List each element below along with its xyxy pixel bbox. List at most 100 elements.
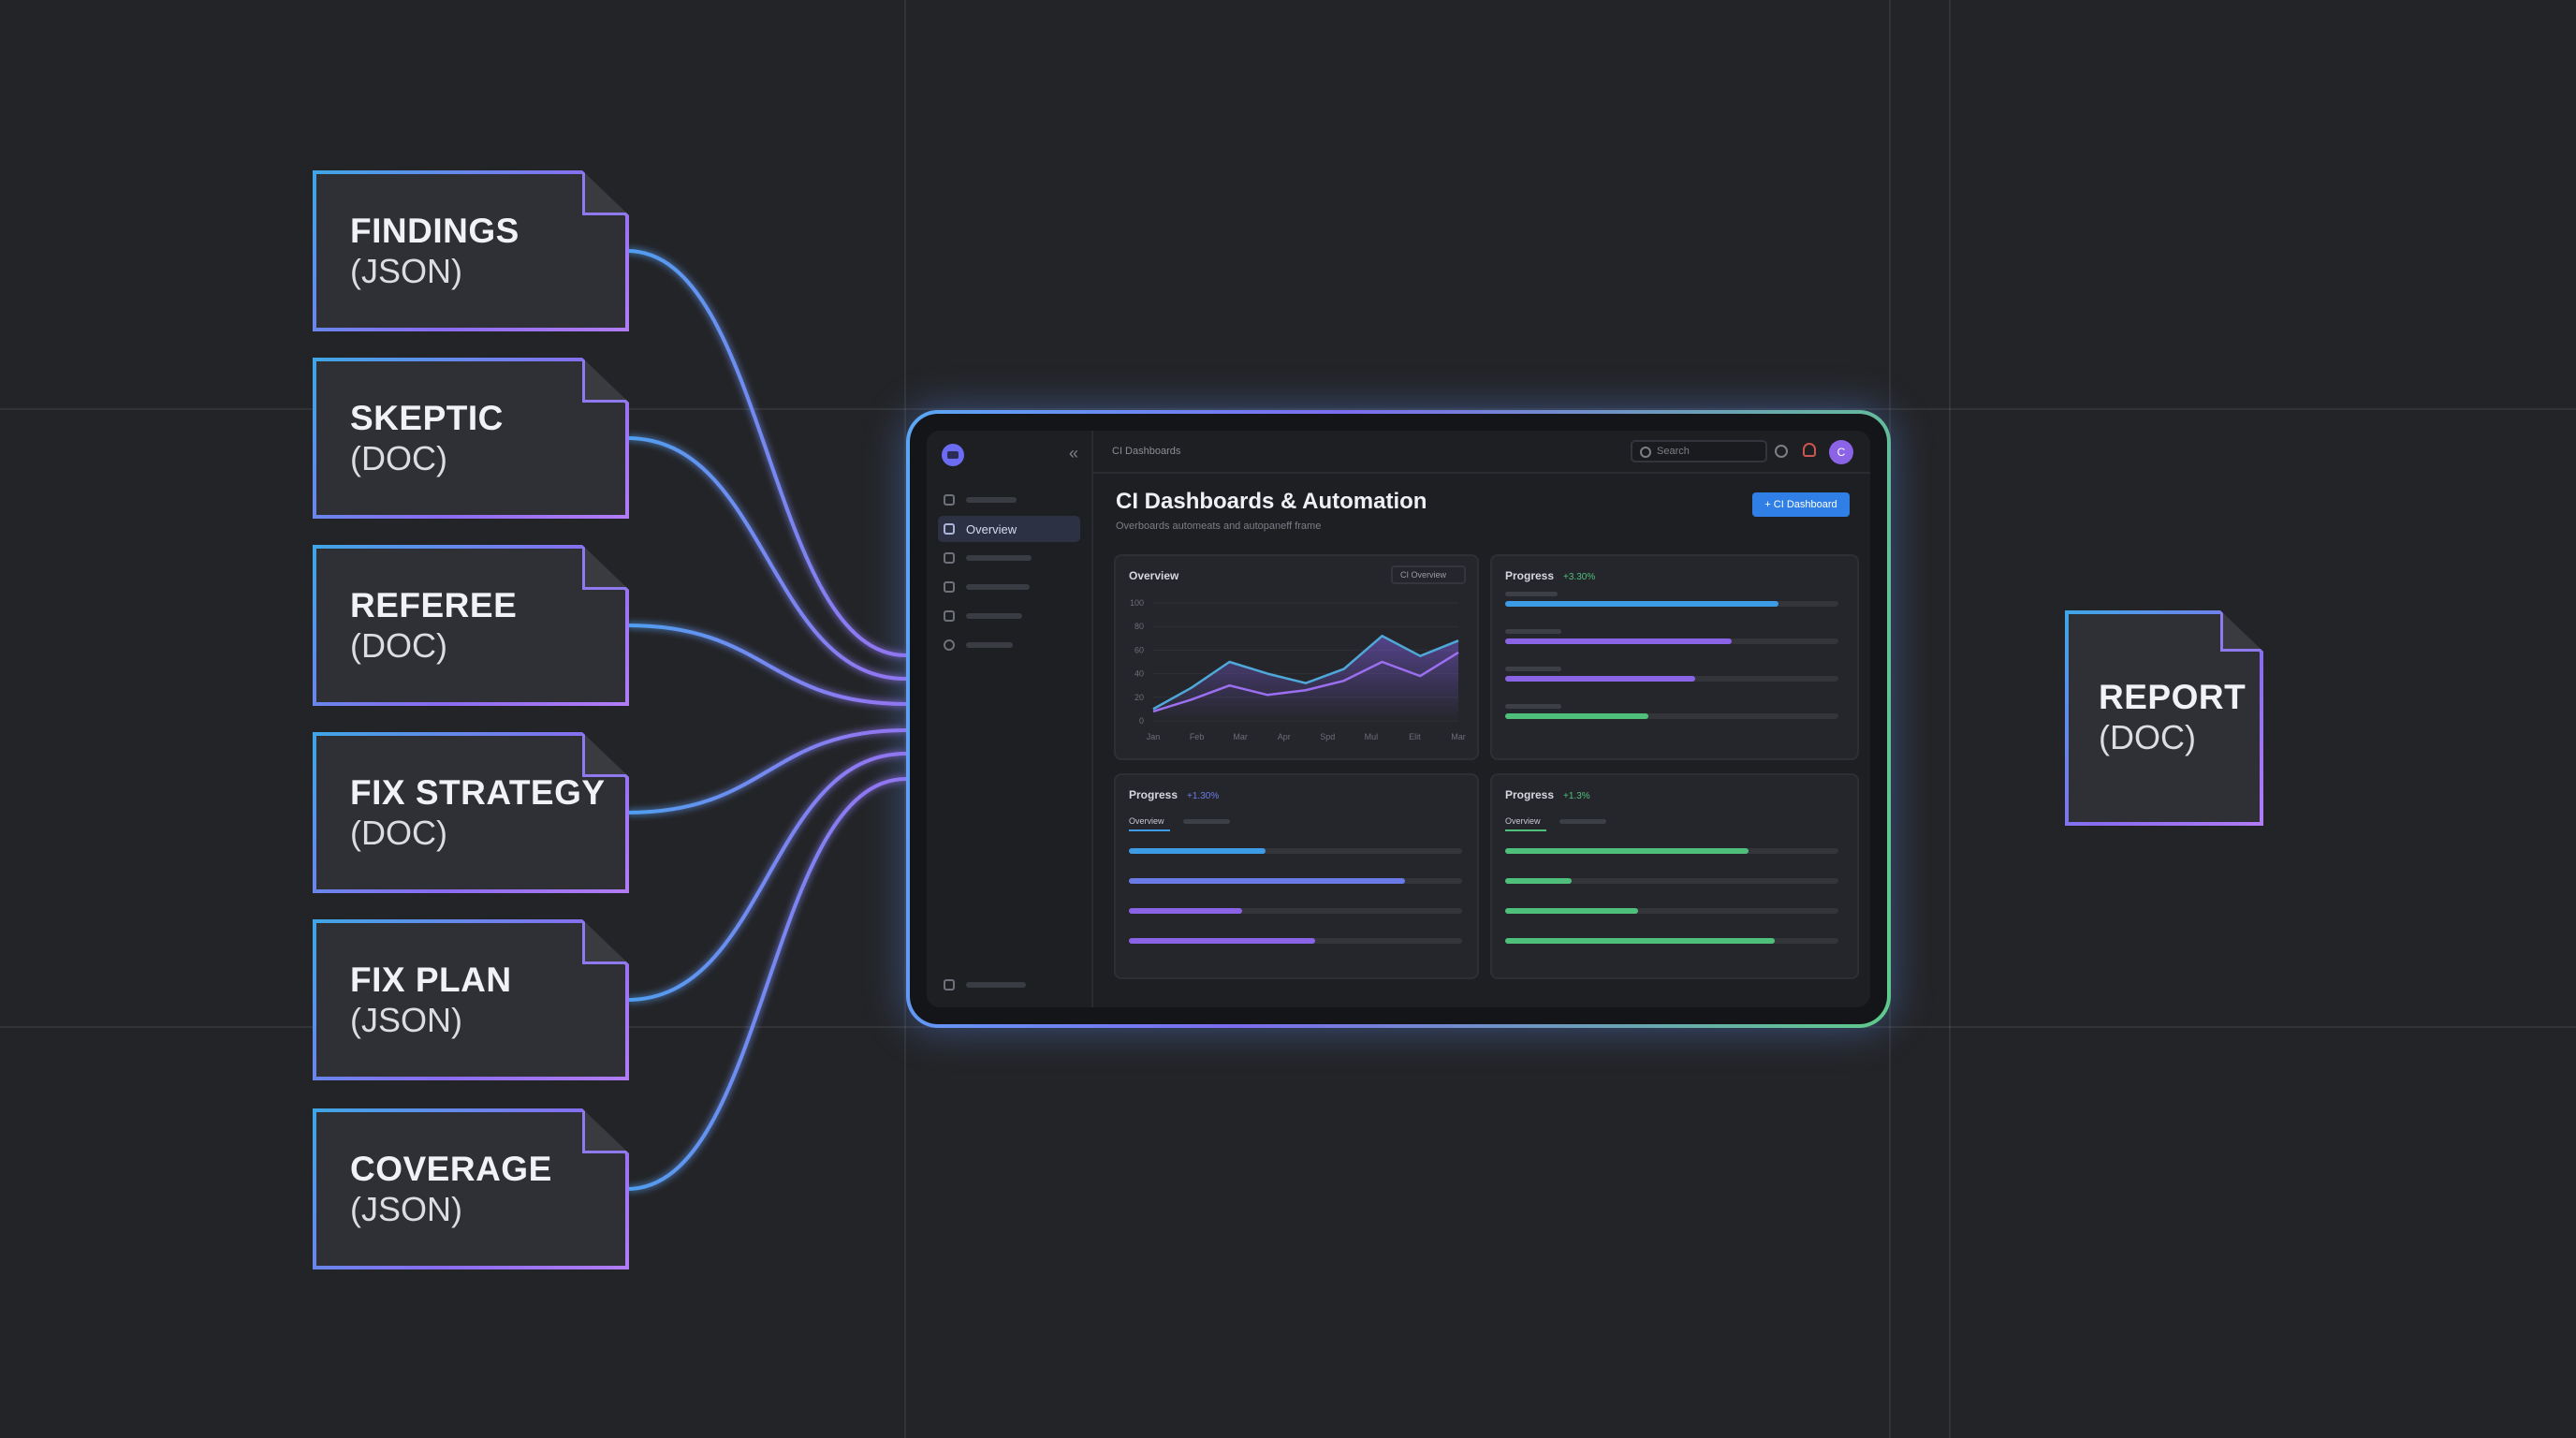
sidebar-item-label-placeholder bbox=[966, 584, 1030, 590]
sidebar-item-label-placeholder bbox=[966, 982, 1026, 988]
card-title: Progress +1.3% bbox=[1505, 788, 1590, 801]
wire-fix-plan bbox=[626, 752, 907, 1002]
progress-fill bbox=[1505, 878, 1573, 884]
clock-icon[interactable] bbox=[1775, 445, 1788, 458]
avatar[interactable]: C bbox=[1829, 440, 1853, 464]
progress-fill bbox=[1505, 676, 1695, 682]
progress-card: Progress +1.3% Overview bbox=[1490, 773, 1859, 979]
home-icon bbox=[944, 494, 955, 506]
progress-track bbox=[1505, 638, 1838, 644]
sidebar-item-boards[interactable] bbox=[938, 545, 1080, 571]
progress-track bbox=[1505, 938, 1838, 944]
sidebar-item-pipelines[interactable] bbox=[938, 574, 1080, 600]
doc-format: (JSON) bbox=[350, 1001, 462, 1039]
progress-track bbox=[1129, 908, 1462, 914]
sidebar-item-overview[interactable]: Overview bbox=[938, 516, 1080, 542]
progress-label-placeholder bbox=[1505, 592, 1558, 596]
app-logo-icon[interactable] bbox=[942, 444, 964, 466]
x-tick-label: Feb bbox=[1190, 732, 1205, 741]
x-tick-label: Jan bbox=[1147, 732, 1161, 741]
card-title: Progress +3.30% bbox=[1505, 569, 1595, 582]
y-tick-label: 60 bbox=[1134, 645, 1144, 654]
doc-format: (DOC) bbox=[350, 626, 447, 665]
page-title: CI Dashboards & Automation bbox=[1116, 489, 1427, 514]
tab-overview[interactable]: Overview bbox=[1129, 816, 1164, 826]
x-tick-label: Mar bbox=[1451, 732, 1466, 741]
x-tick-label: Apr bbox=[1278, 732, 1291, 741]
collapse-sidebar-icon[interactable]: « bbox=[1069, 444, 1078, 463]
card-title-text: Progress bbox=[1505, 788, 1555, 801]
sidebar-footer[interactable] bbox=[944, 979, 1026, 990]
doc-card-findings: FINDINGS (JSON) bbox=[313, 170, 629, 331]
delta-badge: +3.30% bbox=[1563, 572, 1596, 582]
bell-icon[interactable] bbox=[1803, 443, 1816, 457]
table-icon bbox=[944, 581, 955, 593]
y-tick-label: 20 bbox=[1134, 693, 1144, 702]
progress-fill bbox=[1505, 848, 1749, 854]
doc-title: FIX PLAN bbox=[350, 961, 512, 999]
layout-icon bbox=[944, 552, 955, 564]
add-dashboard-button[interactable]: + CI Dashboard bbox=[1752, 492, 1850, 517]
progress-track bbox=[1505, 676, 1838, 682]
wire-fix-strategy bbox=[626, 728, 907, 814]
breadcrumb[interactable]: CI Dashboards bbox=[1112, 446, 1180, 457]
tab-placeholder[interactable] bbox=[1559, 819, 1606, 824]
sidebar-item-settings[interactable] bbox=[938, 632, 1080, 658]
card-title-text: Progress bbox=[1505, 569, 1555, 582]
progress-fill bbox=[1129, 938, 1316, 944]
gear-icon bbox=[944, 639, 955, 651]
wire-coverage bbox=[626, 777, 907, 1191]
doc-card-skeptic: SKEPTIC (DOC) bbox=[313, 358, 629, 519]
progress-fill bbox=[1505, 638, 1733, 644]
progress-fill bbox=[1129, 908, 1243, 914]
grid-icon bbox=[944, 523, 955, 535]
doc-title: REPORT bbox=[2099, 678, 2247, 716]
tab-underline bbox=[1129, 829, 1170, 831]
doc-format: (DOC) bbox=[2099, 718, 2196, 756]
x-tick-label: Mar bbox=[1233, 732, 1248, 741]
doc-card-fix-strategy: FIX STRATEGY (DOC) bbox=[313, 732, 629, 893]
progress-track bbox=[1129, 848, 1462, 854]
tablet-frame: « Overview CI Dashboards Search C CI Das… bbox=[906, 410, 1891, 1028]
progress-fill bbox=[1505, 938, 1776, 944]
progress-label-placeholder bbox=[1505, 629, 1561, 634]
main-content: CI Dashboards Search C CI Dashboards & A… bbox=[1093, 431, 1870, 1007]
progress-track bbox=[1505, 601, 1838, 607]
doc-title: REFEREE bbox=[350, 586, 518, 624]
progress-track bbox=[1505, 848, 1838, 854]
search-input[interactable]: Search bbox=[1631, 440, 1767, 462]
progress-track bbox=[1129, 878, 1462, 884]
tab-placeholder[interactable] bbox=[1183, 819, 1230, 824]
delta-badge: +1.30% bbox=[1187, 791, 1220, 801]
sidebar-item-label-placeholder bbox=[966, 613, 1022, 619]
sidebar-item-label-placeholder bbox=[966, 497, 1017, 503]
tab-overview[interactable]: Overview bbox=[1505, 816, 1541, 826]
sidebar-nav: Overview bbox=[938, 487, 1080, 658]
sidebar-item-deploys[interactable] bbox=[938, 603, 1080, 629]
progress-card: Progress +3.30% bbox=[1490, 554, 1859, 760]
doc-title: COVERAGE bbox=[350, 1150, 552, 1188]
doc-format: (JSON) bbox=[350, 1190, 462, 1228]
progress-fill bbox=[1505, 601, 1778, 607]
y-tick-label: 100 bbox=[1130, 598, 1144, 608]
wire-referee bbox=[626, 624, 907, 706]
account-icon bbox=[944, 979, 955, 990]
progress-track bbox=[1505, 713, 1838, 719]
progress-fill bbox=[1505, 713, 1649, 719]
doc-format: (DOC) bbox=[350, 814, 447, 852]
progress-track bbox=[1505, 878, 1838, 884]
progress-label-placeholder bbox=[1505, 667, 1561, 671]
progress-card: Progress +1.30% Overview bbox=[1114, 773, 1479, 979]
card-title-text: Progress bbox=[1129, 788, 1178, 801]
progress-track bbox=[1129, 938, 1462, 944]
sidebar-item-home[interactable] bbox=[938, 487, 1080, 513]
doc-title: FIX STRATEGY bbox=[350, 773, 606, 812]
sidebar-item-label-placeholder bbox=[966, 642, 1013, 648]
y-tick-label: 0 bbox=[1139, 716, 1144, 726]
page-subtitle: Overboards automeats and autopaneff fram… bbox=[1116, 521, 1322, 532]
wire-findings bbox=[626, 249, 907, 657]
progress-track bbox=[1505, 908, 1838, 914]
sidebar-item-label-placeholder bbox=[966, 555, 1032, 561]
doc-title: SKEPTIC bbox=[350, 399, 504, 437]
overview-line-chart: 0 20 40 60 80 100 Jan Feb Mar Apr Spd Mul Elit Mar bbox=[1130, 598, 1466, 741]
